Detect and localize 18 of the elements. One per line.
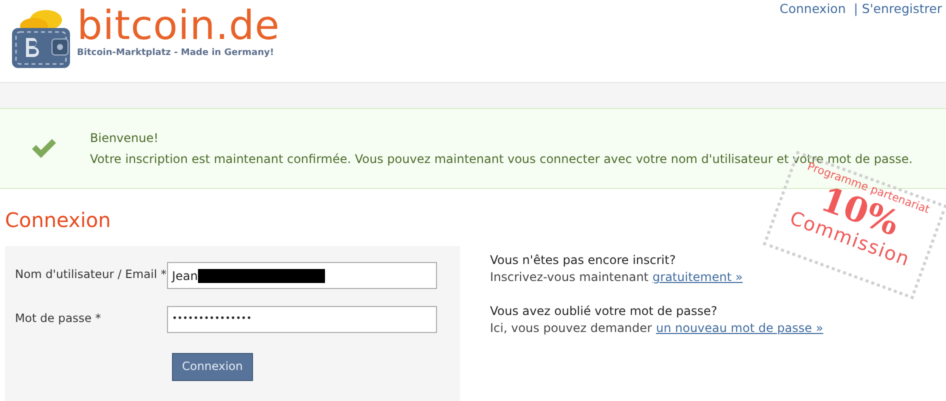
checkmark-icon	[30, 138, 58, 160]
help-question: Vous avez oublié votre mot de passe?	[490, 303, 718, 320]
help-question: Vous n'êtes pas encore inscrit?	[490, 252, 677, 269]
message-title: Bienvenue!	[90, 130, 160, 146]
password-field[interactable]: •••••••••••••••	[167, 306, 437, 333]
header-link[interactable]: Connexion	[780, 0, 846, 82]
field-label: Mot de passe *	[15, 310, 102, 327]
login-heading: Connexion	[5, 207, 111, 233]
username-field[interactable]: Jean	[167, 262, 437, 289]
logo-text: bitcoin.de	[77, 4, 280, 48]
field-label: Nom d'utilisateur / Email *	[15, 266, 167, 283]
tagline: Bitcoin-Marktplatz - Made in Germany!	[77, 48, 275, 58]
login-button[interactable]: Connexion	[172, 353, 253, 381]
help-link[interactable]: un nouveau mot de passe »	[656, 320, 824, 337]
help-text: Ici, vous pouvez demander	[490, 320, 652, 337]
help-link[interactable]: gratuitement »	[652, 269, 743, 286]
header-link[interactable]: | S'enregistrer	[854, 0, 942, 82]
help-text: Inscrivez-vous maintenant	[490, 269, 649, 286]
